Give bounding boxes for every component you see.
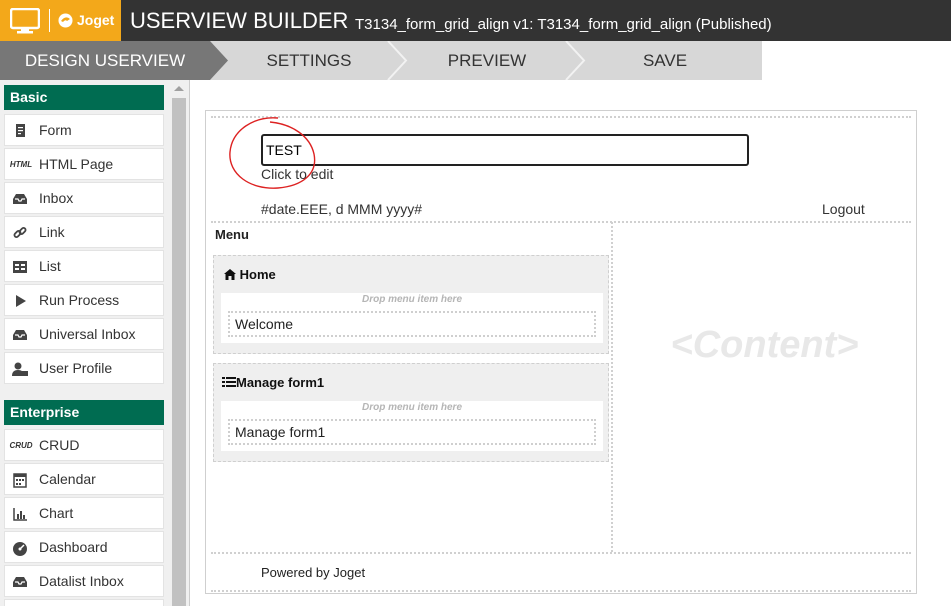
scroll-up-arrow-icon[interactable] [174,86,184,91]
joget-logo-icon [58,13,73,28]
footer-bottom-border [211,590,911,592]
palette-item-link[interactable]: Link [4,216,164,248]
link-icon [13,227,27,238]
user-profile-icon [12,362,28,376]
logout-link[interactable]: Logout [822,201,865,217]
palette-item-form[interactable]: Form [4,114,164,146]
monitor-icon [10,8,40,34]
menu-content-divider [611,222,613,552]
menu-item-welcome[interactable]: Welcome [228,311,596,337]
list-icon [13,261,27,273]
app-header: Joget USERVIEW BUILDER T3134_form_grid_a… [0,0,951,41]
palette-item-label: CRUD [39,437,80,453]
palette-item-label: Inbox [39,190,74,206]
palette-item-calendar[interactable]: Calendar [4,463,164,495]
step-save[interactable]: SAVE [584,41,746,80]
date-format-text: #date.EEE, d MMM yyyy# [261,201,423,217]
chart-icon [13,508,27,521]
play-icon [16,295,26,307]
sidebar-scrollbar-thumb[interactable] [172,98,186,606]
palette-item-user-profile[interactable]: User Profile [4,352,164,384]
step-design-userview[interactable]: DESIGN USERVIEW [0,41,210,80]
inbox-icon [13,194,27,204]
palette-item-dashboard[interactable]: Dashboard [4,531,164,563]
userview-title-field[interactable]: TEST [261,134,749,166]
element-palette: Basic Form HTML HTML Page Inbox Link Lis… [0,80,190,606]
palette-item-label: Link [39,224,65,240]
palette-item-inbox[interactable]: Inbox [4,182,164,214]
drop-hint-text: Drop menu item here [361,402,463,413]
palette-item-label: Datalist Inbox [39,573,124,589]
step-preview[interactable]: PREVIEW [406,41,568,80]
list-lines-icon [222,377,236,387]
inbox-icon [13,330,27,340]
palette-item-label: Universal Inbox [39,326,136,342]
crud-icon: CRUD [9,441,33,450]
menu-item-manage-form1[interactable]: Manage form1 [228,419,596,445]
dashboard-icon [13,542,27,556]
palette-item-chart[interactable]: Chart [4,497,164,529]
app-version-subtitle: T3134_form_grid_align v1: T3134_form_gri… [355,16,772,33]
palette-item-label: Run Process [39,292,120,308]
palette-item-label: Dashboard [39,539,108,555]
form-icon [16,124,25,137]
category-label: Home [239,267,276,282]
header-bottom-border [211,221,911,223]
palette-item-label: Form [39,122,72,138]
footer-top-border [211,552,911,554]
palette-item-partial[interactable] [4,599,164,606]
logo-text: Joget [77,12,115,28]
builder-title: USERVIEW BUILDER [130,8,349,33]
category-drop-zone[interactable]: Drop menu item here Manage form1 [221,401,603,451]
palette-item-list[interactable]: List [4,250,164,282]
home-icon [224,269,236,280]
palette-item-datalist-inbox[interactable]: Datalist Inbox [4,565,164,597]
section-enterprise: Enterprise [4,400,164,425]
palette-item-label: HTML Page [39,156,114,172]
section-basic: Basic [4,85,164,110]
palette-item-universal-inbox[interactable]: Universal Inbox [4,318,164,350]
palette-item-crud[interactable]: CRUD CRUD [4,429,164,461]
menu-category-home[interactable]: Home Drop menu item here Welcome [213,255,609,354]
palette-item-html-page[interactable]: HTML HTML Page [4,148,164,180]
logo[interactable]: Joget [0,0,121,41]
category-title: Manage form1 [222,375,324,390]
red-annotation-circle [229,117,316,189]
calendar-icon [13,473,27,488]
step-navigation: DESIGN USERVIEW SETTINGS PREVIEW SAVE [0,41,951,80]
html-icon: HTML [9,160,33,169]
category-title: Home [224,267,276,282]
palette-item-label: List [39,258,61,274]
drop-hint-text: Drop menu item here [361,294,463,305]
menu-category-manage-form1[interactable]: Manage form1 Drop menu item here Manage … [213,363,609,462]
palette-item-label: Chart [39,505,74,521]
inbox-icon [13,577,27,587]
category-label: Manage form1 [236,375,325,390]
palette-item-label: User Profile [39,360,113,376]
logo-divider [49,9,50,32]
category-drop-zone[interactable]: Drop menu item here Welcome [221,293,603,343]
palette-item-run-process[interactable]: Run Process [4,284,164,316]
palette-item-label: Calendar [39,471,96,487]
step-settings[interactable]: SETTINGS [228,41,390,80]
content-placeholder: <Content> [670,324,859,366]
footer-powered-by: Powered by Joget [261,565,366,580]
menu-heading: Menu [215,227,249,242]
